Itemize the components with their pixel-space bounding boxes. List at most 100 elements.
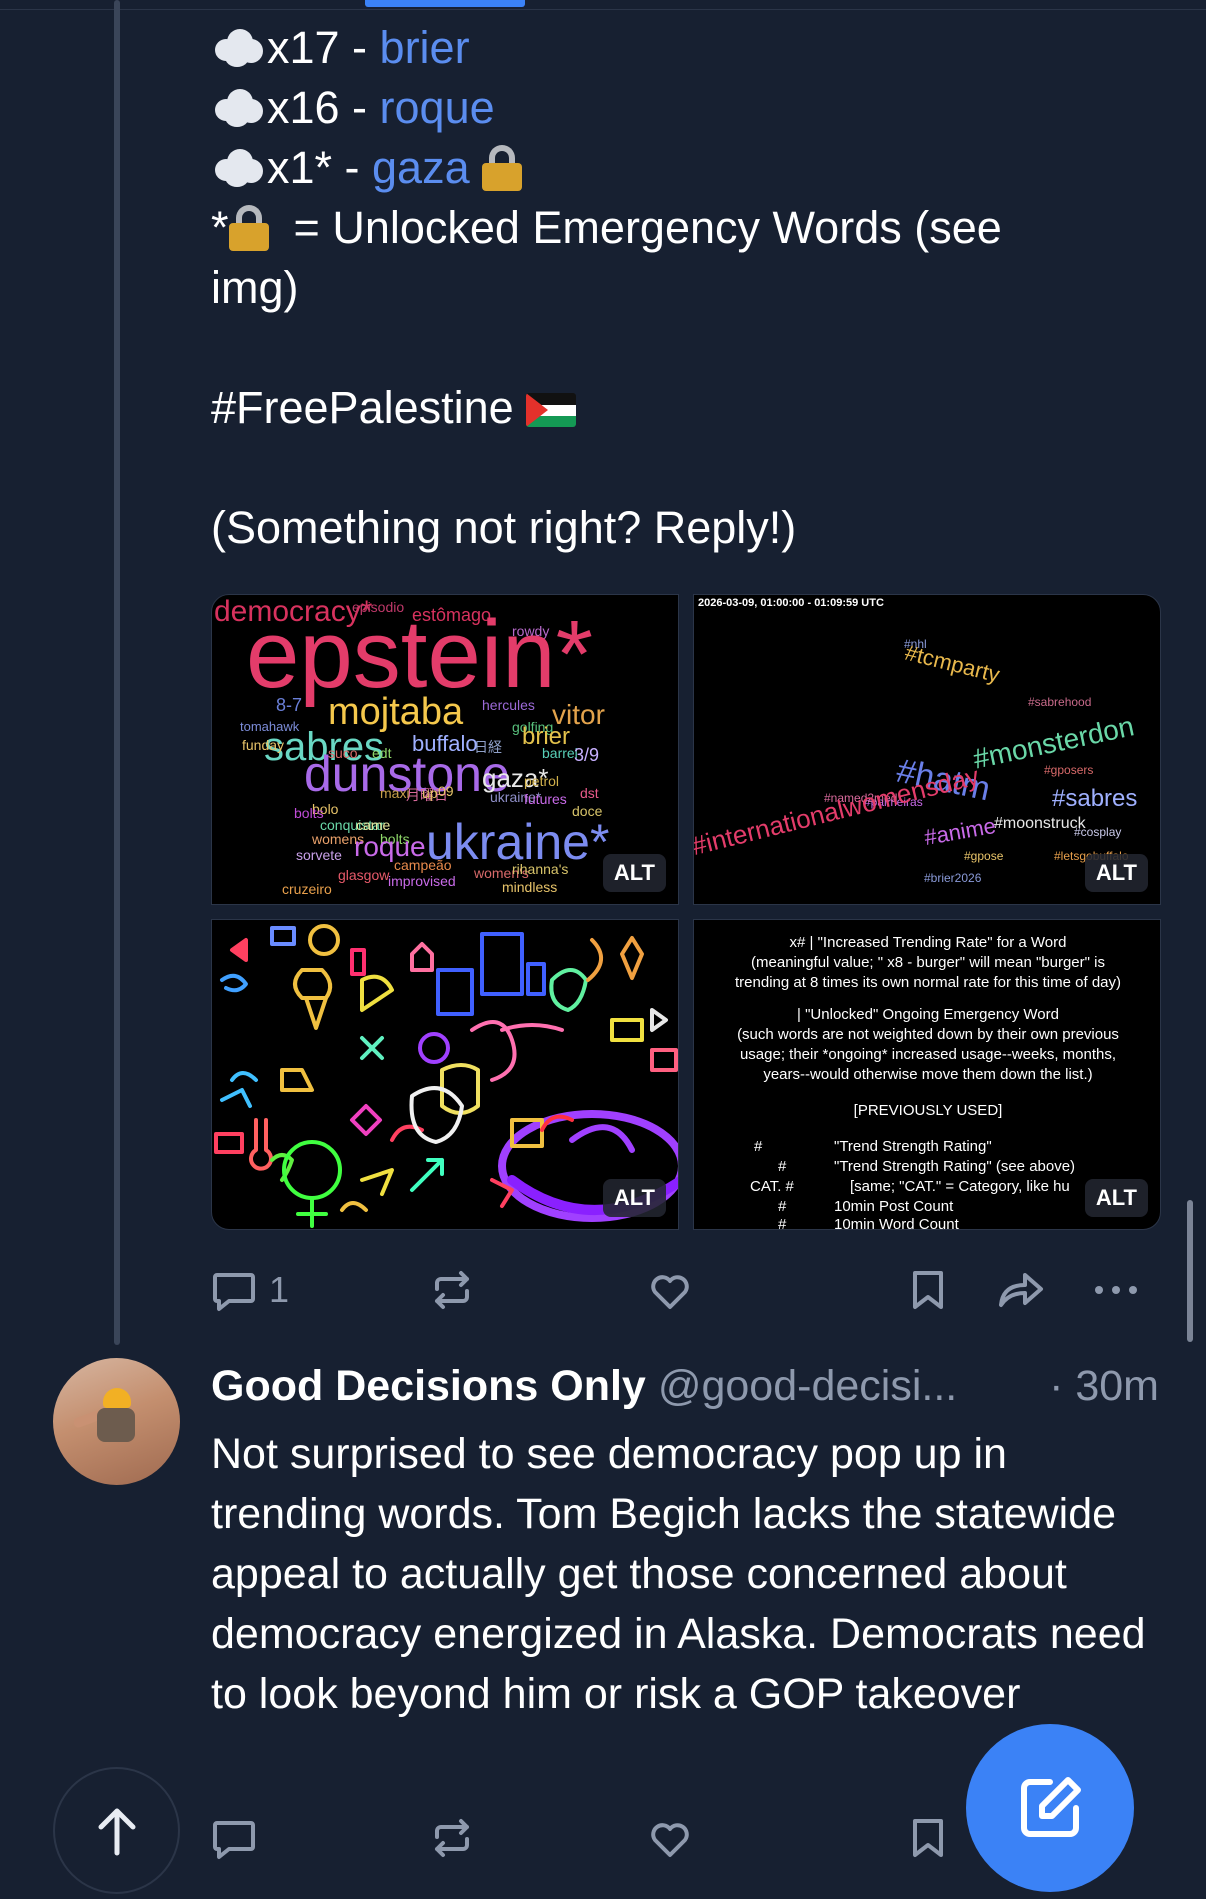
word-link-roque[interactable]: roque [380,82,495,133]
palestine-flag-icon [526,393,577,427]
legend-text: x# | "Increased Trending Rate" for a Wor… [789,934,1067,951]
heart-icon [651,1823,689,1857]
repost-button[interactable] [429,1262,475,1318]
post-body: x17 - brier x16 - roque x1* - gaza * = U… [211,18,1171,558]
wc-word: barrel [542,745,578,761]
wc-word: 3/9 [574,745,600,765]
more-button[interactable] [1091,1262,1141,1318]
reply-header: Good Decisions Only @good-decisi... · 30… [211,1358,1171,1414]
wc-word: campeão [394,857,452,873]
reply-count: 1 [269,1269,290,1310]
legend-text: trending at 8 times its own normal rate … [735,974,1121,991]
wc-header: 2026-03-09, 01:00:00 - 01:09:59 UTC [698,597,884,609]
wc-word: sorvete [296,847,342,863]
share-button[interactable] [995,1262,1045,1318]
trending-line: x17 - brier [211,18,1171,78]
top-divider [0,0,1206,10]
author-handle[interactable]: @good-decisi... [658,1362,957,1410]
reply-icon [213,1273,255,1311]
wc-word: hercules [482,697,535,713]
thread-line [114,0,120,1345]
share-icon [999,1273,1043,1307]
image-icon-collage[interactable]: ALT [211,919,679,1230]
legend-key: CAT. # [750,1178,794,1195]
avatar[interactable] [53,1358,180,1485]
scroll-to-top-button[interactable] [53,1767,180,1894]
wc-word: futures [524,791,567,807]
bookmark-button[interactable] [905,1262,951,1318]
author-name[interactable]: Good Decisions Only [211,1362,646,1410]
word-link-gaza[interactable]: gaza [372,142,470,193]
wc-word: glasgow [338,867,390,883]
hashtag-line: #FreePalestine [211,378,1171,438]
post-footer: (Something not right? Reply!) [211,502,797,553]
wc-word: improvised [388,873,456,889]
reply-button[interactable] [211,1810,257,1866]
legend-key: # [778,1216,787,1230]
word-link-brier[interactable]: brier [380,22,470,73]
alt-badge[interactable]: ALT [1084,1179,1148,1217]
wc-word: #gpose [964,849,1004,863]
compose-icon [1021,1777,1081,1837]
wc-word: 09 [438,783,454,799]
scrollbar[interactable] [1187,1200,1193,1342]
heart-icon [651,1275,689,1309]
image-wordcloud-1[interactable]: democracy* episodio estômago rowdy epste… [211,594,679,905]
wc-word: #cosplay [1074,825,1122,839]
legend-value: "Trend Strength Rating" [834,1138,992,1155]
reply-text: Not surprised to see democracy pop up in… [211,1430,1146,1718]
reply-icon [213,1821,255,1859]
alt-badge[interactable]: ALT [602,854,666,892]
post-time[interactable]: · 30m [1049,1358,1159,1414]
legend-text: (meaningful value; " x8 - burger" will m… [751,954,1105,971]
wc-word: #sabres [1052,785,1138,812]
wc-word: epstein* [246,601,593,708]
bookmark-button[interactable] [905,1810,951,1866]
like-button[interactable] [647,1262,693,1318]
wc-word: 8-7 [276,695,303,715]
trending-line: x16 - roque [211,78,1171,138]
repost-icon [435,1271,469,1309]
legend-key: # [778,1158,787,1175]
wc-word: #gposers [1044,763,1094,777]
repost-button[interactable] [429,1810,475,1866]
wc-word: dst [580,785,599,801]
legend-value: 10min Word Count [834,1216,959,1230]
like-button[interactable] [647,1810,693,1866]
legend-key: # [778,1198,787,1215]
tab-indicator [365,0,525,7]
alt-badge[interactable]: ALT [1084,854,1148,892]
unlock-icon [482,143,523,191]
reply-button[interactable]: 1 [211,1262,289,1318]
post-actions: 1 [211,1262,1161,1318]
legend-text: years--would otherwise move them down th… [763,1066,1093,1083]
wc-word: rihanna's [512,861,569,877]
legend-text: usage; their *ongoing* increased usage--… [739,1046,1117,1063]
dash-emoji-icon [211,145,267,189]
wc-word: petrol [524,773,560,789]
compose-button[interactable] [966,1724,1134,1892]
legend-value: 10min Post Count [834,1198,954,1215]
wc-word: #brier2026 [924,871,982,885]
legend-text: [PREVIOUSLY USED] [853,1102,1003,1119]
wc-word: mindless [502,879,558,895]
wc-word: cruzeiro [282,881,332,897]
legend-text: | "Unlocked" Ongoing Emergency Word [797,1006,1059,1023]
image-grid: democracy* episodio estômago rowdy epste… [211,594,1161,1230]
arrow-up-icon [98,1808,135,1855]
alt-badge[interactable]: ALT [602,1179,666,1217]
wc-word: #moonstruck [994,815,1086,832]
repost-icon [435,1819,469,1857]
image-wordcloud-2[interactable]: 2026-03-09, 01:00:00 - 01:09:59 UTC #nhl… [693,594,1161,905]
legend-key: # [754,1138,763,1155]
image-legend[interactable]: x# | "Increased Trending Rate" for a Wor… [693,919,1161,1230]
wc-word: #tcmparty [902,639,1003,688]
wc-word: #anime [922,812,998,851]
dash-emoji-icon [211,85,267,129]
legend-line-2: img) [211,262,299,313]
legend-line: * = Unlocked Emergency Words (see [211,202,1002,253]
bookmark-icon [913,1271,943,1309]
wc-word: #sabrehood [1028,695,1092,709]
hashtag-link[interactable]: #FreePalestine [211,382,514,433]
trending-line: x1* - gaza [211,138,1171,198]
